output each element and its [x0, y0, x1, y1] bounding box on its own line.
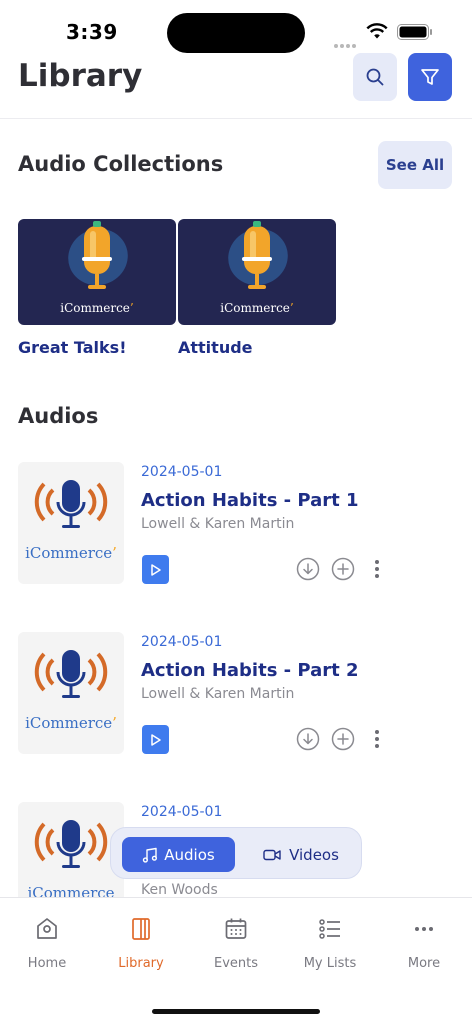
more-options-icon[interactable]	[370, 557, 384, 581]
dynamic-island	[167, 13, 305, 53]
thumbnail-brand-logo: iCommerce	[27, 884, 115, 897]
collection-title-great-talks[interactable]: Great Talks!	[18, 338, 126, 357]
search-button[interactable]	[353, 53, 397, 101]
home-icon	[37, 918, 57, 939]
microphone-artwork-icon	[228, 221, 288, 289]
audio-date: 2024-05-01	[141, 464, 223, 480]
filter-button[interactable]	[408, 53, 452, 101]
audio-title[interactable]: Action Habits - Part 1	[141, 490, 359, 511]
collection-card-attitude[interactable]: iCommerce’	[178, 219, 336, 325]
collection-brand-logo: iCommerce’	[220, 301, 294, 315]
add-to-list-icon[interactable]	[331, 727, 355, 751]
download-icon[interactable]	[296, 727, 320, 751]
audio-date: 2024-05-01	[141, 804, 223, 820]
header-divider	[0, 118, 472, 119]
audio-date: 2024-05-01	[141, 634, 223, 650]
wifi-icon	[366, 23, 388, 39]
podcast-microphone-icon	[34, 650, 108, 698]
add-to-list-icon[interactable]	[331, 557, 355, 581]
audios-section-title: Audios	[18, 404, 99, 428]
list-icon	[319, 919, 340, 939]
page-title: Library	[18, 58, 143, 94]
media-type-toggle: Audios Videos	[110, 827, 362, 879]
podcast-microphone-icon	[34, 820, 108, 868]
play-button[interactable]	[142, 555, 169, 584]
tab-my-lists[interactable]: My Lists	[283, 916, 377, 976]
more-icon	[415, 927, 433, 931]
collection-card-great-talks[interactable]: iCommerce’	[18, 219, 176, 325]
video-camera-icon	[263, 849, 281, 860]
cellular-signal-icon	[334, 33, 358, 48]
library-icon	[132, 918, 150, 940]
status-time: 3:39	[66, 20, 118, 44]
audio-thumbnail[interactable]: iCommerce’	[18, 462, 124, 584]
filter-icon	[421, 69, 439, 85]
collection-brand-logo: iCommerce’	[60, 301, 134, 315]
videos-toggle-button[interactable]: Videos	[246, 837, 356, 872]
thumbnail-brand-logo: iCommerce’	[25, 544, 117, 562]
play-icon	[150, 563, 161, 576]
tab-label: More	[407, 956, 441, 971]
play-icon	[150, 733, 161, 746]
audios-toggle-label: Audios	[164, 845, 215, 864]
audio-thumbnail[interactable]: iCommerce	[18, 802, 124, 897]
microphone-artwork-icon	[68, 221, 128, 289]
tab-label: My Lists	[303, 956, 357, 971]
audio-thumbnail[interactable]: iCommerce’	[18, 632, 124, 754]
collections-section-title: Audio Collections	[18, 152, 224, 176]
music-note-icon	[143, 847, 158, 863]
audio-author: Ken Woods	[141, 882, 218, 897]
thumbnail-brand-logo: iCommerce’	[25, 714, 117, 732]
see-all-button[interactable]: See All	[378, 141, 452, 189]
collection-title-attitude[interactable]: Attitude	[178, 338, 253, 357]
header: Library	[0, 52, 472, 118]
tab-bar: Home Library Events My Lists More	[0, 897, 472, 1024]
tab-home[interactable]: Home	[0, 916, 94, 976]
audios-toggle-button[interactable]: Audios	[122, 837, 235, 872]
audio-title[interactable]: Action Habits - Part 2	[141, 660, 359, 681]
tab-label: Events	[213, 956, 258, 971]
home-indicator	[152, 1009, 320, 1014]
podcast-microphone-icon	[34, 480, 108, 528]
audio-author: Lowell & Karen Martin	[141, 516, 295, 532]
tab-label: Home	[27, 956, 67, 971]
search-icon	[366, 68, 384, 86]
play-button[interactable]	[142, 725, 169, 754]
status-bar: 3:39	[0, 0, 472, 60]
audio-list-item[interactable]: iCommerce’ 2024-05-01 Action Habits - Pa…	[0, 632, 472, 782]
audio-list-item[interactable]: iCommerce’ 2024-05-01 Action Habits - Pa…	[0, 462, 472, 612]
tab-label: Library	[118, 956, 164, 971]
download-icon[interactable]	[296, 557, 320, 581]
tab-more[interactable]: More	[377, 916, 471, 976]
more-options-icon[interactable]	[370, 727, 384, 751]
videos-toggle-label: Videos	[289, 845, 339, 864]
tab-library[interactable]: Library	[94, 916, 188, 976]
calendar-icon	[225, 918, 247, 939]
tab-events[interactable]: Events	[189, 916, 283, 976]
audio-author: Lowell & Karen Martin	[141, 686, 295, 702]
battery-icon	[397, 24, 432, 40]
